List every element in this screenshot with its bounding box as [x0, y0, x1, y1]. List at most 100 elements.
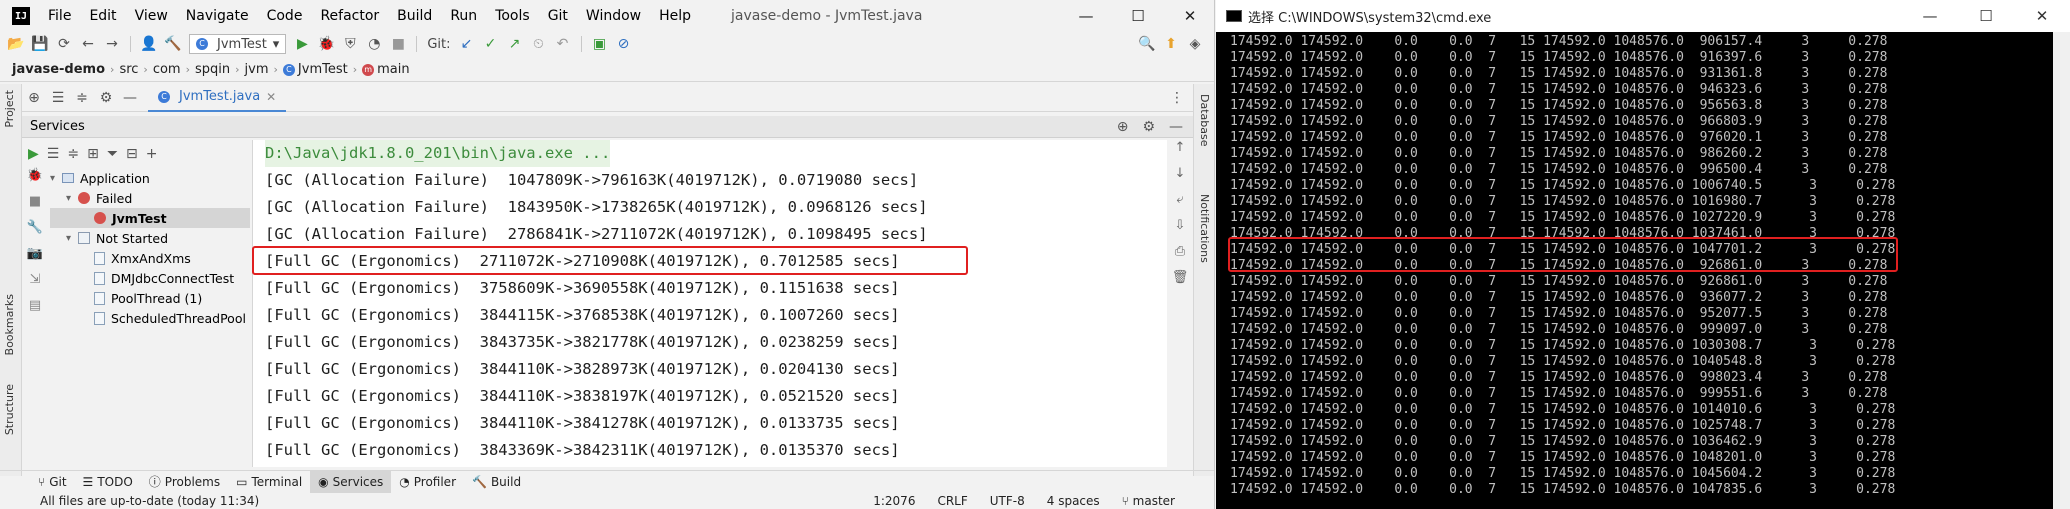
menu-build[interactable]: Build — [395, 8, 434, 24]
close-icon[interactable]: ✕ — [2014, 0, 2070, 32]
tree-item[interactable]: ScheduledThreadPool — [50, 308, 250, 328]
coverage-icon[interactable]: ⛨ — [340, 36, 360, 52]
build-hammer-icon[interactable]: 🔨 — [163, 36, 183, 52]
breadcrumb-spqin[interactable]: spqin — [195, 62, 230, 77]
tree-item-jvmtest[interactable]: JvmTest — [50, 208, 250, 228]
git-update-icon[interactable]: ↙ — [457, 36, 477, 52]
breadcrumb-method[interactable]: main — [377, 62, 409, 77]
gear-icon[interactable]: ⚙ — [96, 90, 116, 106]
collapse-all-icon[interactable]: ≑ — [67, 146, 79, 162]
trash-icon[interactable]: 🗑 — [1167, 270, 1193, 296]
tree-item[interactable]: DMJdbcConnectTest — [50, 268, 250, 288]
menu-git[interactable]: Git — [546, 8, 570, 24]
debug-icon[interactable]: 🐞 — [22, 168, 48, 194]
expand-all-icon[interactable]: ☰ — [47, 146, 60, 162]
maximize-icon[interactable]: ☐ — [1112, 0, 1164, 32]
new-tab-icon[interactable]: ⊟ — [126, 146, 138, 162]
menu-run[interactable]: Run — [448, 8, 479, 24]
tool-tab-notifications[interactable]: Notifications — [1198, 194, 1211, 263]
jetbrains-icon[interactable]: ◈ — [1185, 36, 1205, 52]
tab-build[interactable]: 🔨 Build — [464, 471, 529, 493]
tool-tab-project[interactable]: Project — [3, 90, 16, 128]
back-icon[interactable]: ← — [78, 36, 98, 52]
file-encoding[interactable]: UTF-8 — [990, 494, 1025, 508]
menu-help[interactable]: Help — [657, 8, 693, 24]
hide-panel-icon[interactable]: — — [1169, 119, 1183, 135]
close-icon[interactable]: ✕ — [1164, 0, 1214, 32]
no-entry-icon[interactable]: ⊘ — [614, 36, 634, 52]
open-folder-icon[interactable]: 📂 — [6, 36, 26, 52]
sync-icon[interactable]: ⟳ — [54, 36, 74, 52]
breadcrumb-jvm[interactable]: jvm — [245, 62, 269, 77]
tab-todo[interactable]: ☰ TODO — [75, 471, 141, 493]
menu-window[interactable]: Window — [584, 8, 643, 24]
tool-tab-structure[interactable]: Structure — [3, 384, 16, 435]
arrow-up-icon[interactable]: ↑ — [1167, 140, 1193, 166]
run-icon[interactable]: ▶ — [292, 36, 312, 52]
dump-icon[interactable]: 📷 — [22, 246, 48, 272]
monitor-icon[interactable]: ▣ — [590, 36, 610, 52]
stop-icon[interactable]: ■ — [388, 36, 408, 52]
stop-icon[interactable]: ■ — [22, 194, 48, 220]
git-rollback-icon[interactable]: ↶ — [553, 36, 573, 52]
tab-git[interactable]: ⑂ Git — [30, 471, 75, 493]
git-commit-icon[interactable]: ✓ — [481, 36, 501, 52]
filter-icon[interactable]: ⏷ — [107, 146, 118, 162]
menu-refactor[interactable]: Refactor — [318, 8, 381, 24]
tab-terminal[interactable]: ▭ Terminal — [228, 471, 310, 493]
user-icon[interactable]: 👤 — [139, 36, 159, 52]
git-history-icon[interactable]: ⏲ — [529, 36, 549, 52]
crosshair-icon[interactable]: ⊕ — [24, 90, 44, 106]
breadcrumb-project[interactable]: javase-demo — [12, 62, 105, 77]
caret-position[interactable]: 1:2076 — [873, 494, 915, 508]
wrench-icon[interactable]: 🔧 — [22, 220, 48, 246]
tree-item[interactable]: PoolThread (1) — [50, 288, 250, 308]
cmd-scrollbar[interactable] — [2053, 32, 2070, 509]
gear-icon[interactable]: ⚙ — [1142, 119, 1155, 135]
search-icon[interactable]: 🔍 — [1137, 36, 1157, 52]
tree-item[interactable]: XmxAndXms — [50, 248, 250, 268]
menu-navigate[interactable]: Navigate — [184, 8, 251, 24]
line-separator[interactable]: CRLF — [937, 494, 967, 508]
profile-icon[interactable]: ◔ — [364, 36, 384, 52]
menu-file[interactable]: File — [46, 8, 73, 24]
minimize-panel-icon[interactable]: — — [120, 90, 140, 106]
debug-icon[interactable]: 🐞 — [316, 36, 336, 52]
expand-icon[interactable]: ≑ — [72, 90, 92, 106]
print-icon[interactable]: ⎙ — [1167, 244, 1193, 270]
run-icon[interactable]: ▶ — [28, 146, 39, 162]
minimize-icon[interactable]: — — [1902, 0, 1958, 32]
tree-item-application[interactable]: ▾ Application — [50, 168, 250, 188]
tree-item-failed[interactable]: ▾ Failed — [50, 188, 250, 208]
breadcrumb-class[interactable]: JvmTest — [298, 62, 348, 77]
indent-setting[interactable]: 4 spaces — [1047, 494, 1100, 508]
save-all-icon[interactable]: 💾 — [30, 36, 50, 52]
menu-view[interactable]: View — [133, 8, 170, 24]
tab-services[interactable]: ◉ Services — [310, 470, 392, 493]
close-tab-icon[interactable]: ✕ — [266, 90, 276, 104]
arrow-down-icon[interactable]: ↓ — [1167, 166, 1193, 192]
menu-code[interactable]: Code — [265, 8, 305, 24]
scroll-to-end-icon[interactable]: ⇩ — [1167, 218, 1193, 244]
tab-profiler[interactable]: ◔ Profiler — [391, 471, 464, 493]
add-service-icon[interactable]: ⊕ — [1117, 119, 1129, 135]
console-output[interactable]: D:\Java\jdk1.8.0_201\bin\java.exe ... [G… — [252, 140, 1167, 467]
update-icon[interactable]: ⬆ — [1161, 36, 1181, 52]
run-config-select[interactable]: C JvmTest ▾ — [189, 34, 287, 54]
git-branch[interactable]: ⑂ master — [1122, 494, 1175, 508]
tab-problems[interactable]: ⓘ Problems — [141, 471, 228, 493]
tab-jvmtest-java[interactable]: C JvmTest.java ✕ — [148, 84, 287, 112]
tool-tab-bookmarks[interactable]: Bookmarks — [3, 294, 16, 355]
menu-tools[interactable]: Tools — [493, 8, 532, 24]
collapse-icon[interactable]: ☰ — [48, 90, 68, 106]
layout-icon[interactable]: ▤ — [22, 298, 48, 324]
tool-tab-database[interactable]: Database — [1198, 94, 1211, 147]
group-icon[interactable]: ⊞ — [87, 146, 99, 162]
menu-edit[interactable]: Edit — [87, 8, 118, 24]
git-push-icon[interactable]: ↗ — [505, 36, 525, 52]
more-icon[interactable]: ⋮ — [1167, 90, 1187, 106]
maximize-icon[interactable]: ☐ — [1958, 0, 2014, 32]
restore-icon[interactable]: ⇲ — [22, 272, 48, 298]
minimize-icon[interactable]: — — [1060, 0, 1112, 32]
tree-item-not-started[interactable]: ▾ Not Started — [50, 228, 250, 248]
